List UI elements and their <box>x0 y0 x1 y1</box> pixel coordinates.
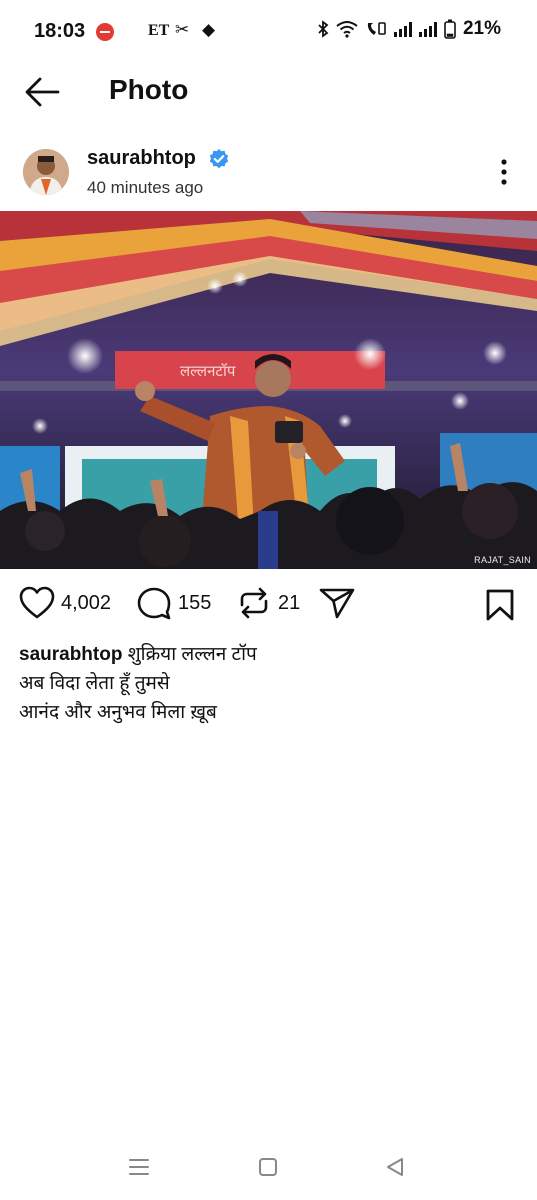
battery-icon <box>444 19 456 39</box>
do-not-disturb-icon <box>96 23 114 41</box>
caption-line-3: आनंद और अनुभव मिला ख़ूब <box>19 702 217 723</box>
signal-bars-icon <box>393 21 412 37</box>
repost-icon <box>240 587 268 619</box>
post-username[interactable]: saurabhtop <box>87 147 196 170</box>
repost-count: 21 <box>278 591 301 614</box>
home-button[interactable] <box>248 1152 288 1182</box>
comment-count: 155 <box>178 591 212 614</box>
scissors-icon: ✂ <box>175 20 190 39</box>
status-right-cluster: 21% <box>317 18 501 40</box>
post-time-ago: 40 minutes ago <box>87 178 204 197</box>
avatar[interactable] <box>23 149 69 195</box>
caption-username[interactable]: saurabhtop <box>19 644 122 665</box>
carrier-badge: ET <box>148 22 170 39</box>
post-actions: 4,002 155 21 <box>0 582 537 626</box>
system-back-button[interactable] <box>375 1152 415 1182</box>
post-caption: saurabhtop शुक्रिया लल्लन टॉप अब विदा ले… <box>19 640 519 727</box>
like-count: 4,002 <box>61 591 112 614</box>
post-header: saurabhtop 40 minutes ago <box>0 142 537 202</box>
photo-watermark: RAJAT_SAIN <box>474 555 531 565</box>
repost-button[interactable]: 21 <box>236 586 300 620</box>
event-stage-photo: लल्लनटॉप <box>0 211 537 569</box>
status-time: 18:03 <box>34 20 86 42</box>
like-button[interactable]: 4,002 <box>19 586 111 620</box>
tag-icon: ◆ <box>202 20 216 39</box>
caption-line-1: saurabhtop शुक्रिया लल्लन टॉप <box>19 640 519 669</box>
back-button[interactable] <box>22 74 62 110</box>
comment-icon <box>137 587 171 620</box>
share-button[interactable] <box>318 586 356 620</box>
wifi-calling-icon <box>367 22 386 35</box>
wifi-icon <box>336 21 358 38</box>
more-options-button[interactable] <box>496 158 512 186</box>
heart-icon <box>19 586 55 619</box>
bookmark-icon <box>486 589 514 621</box>
arrow-left-icon <box>25 77 60 107</box>
top-bar: Photo <box>0 64 537 120</box>
caption-text-1: शुक्रिया लल्लन टॉप <box>127 644 257 665</box>
battery-percent: 21% <box>462 18 501 39</box>
caption-line-2: अब विदा लेता हूँ तुमसे <box>19 673 170 694</box>
signal-bars-icon-2 <box>418 21 437 37</box>
status-bar: 18:03 ET ✂ ◆ 21% <box>0 0 537 64</box>
svg-text:लल्लनटॉप: लल्लनटॉप <box>180 362 236 380</box>
triangle-back-icon <box>387 1158 403 1176</box>
square-home-icon <box>259 1158 277 1176</box>
menu-lines-icon <box>129 1159 149 1175</box>
recent-apps-button[interactable] <box>119 1152 159 1182</box>
post-photo[interactable]: लल्लनटॉप RAJAT_SAIN <box>0 211 537 569</box>
system-nav-bar <box>0 1140 537 1200</box>
bluetooth-icon <box>318 20 329 38</box>
send-icon <box>319 588 355 619</box>
save-button[interactable] <box>486 589 514 626</box>
more-vertical-icon <box>501 159 507 185</box>
page-title: Photo <box>109 74 189 105</box>
verified-badge-icon <box>209 149 229 169</box>
comment-button[interactable]: 155 <box>136 586 211 620</box>
